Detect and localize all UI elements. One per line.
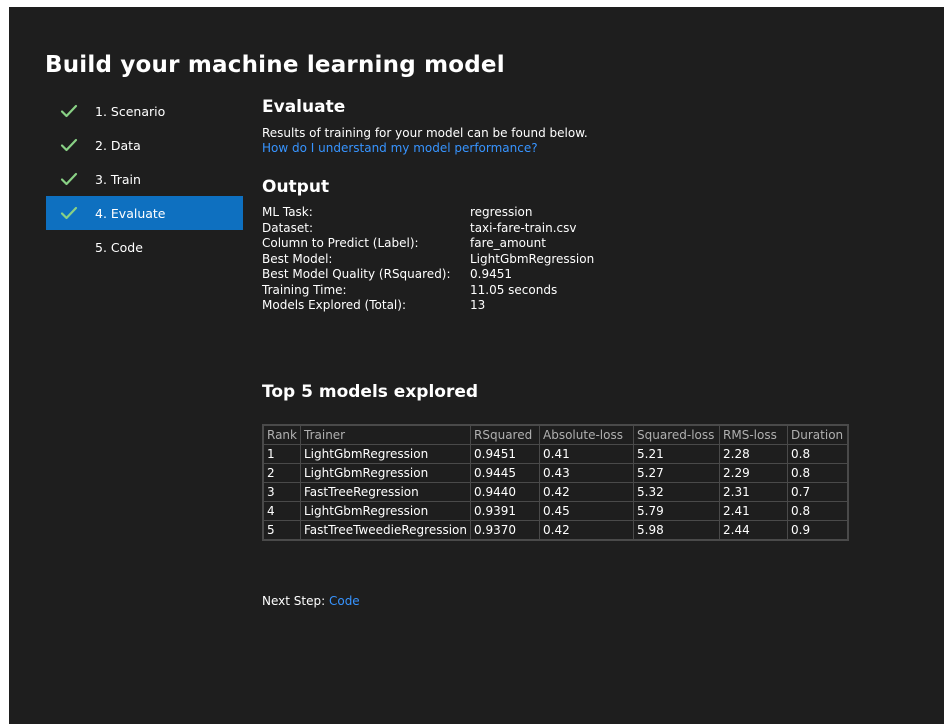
- cell-rsquared: 0.9445: [470, 463, 541, 483]
- output-key: Column to Predict (Label):: [262, 236, 419, 250]
- cell-rank: 2: [262, 463, 301, 483]
- table-row: 3 FastTreeRegression 0.9440 0.42 5.32 2.…: [262, 482, 849, 502]
- model-performance-help-link[interactable]: How do I understand my model performance…: [262, 141, 902, 156]
- output-key: Best Model:: [262, 251, 333, 266]
- output-key: Models Explored (Total):: [262, 298, 406, 312]
- output-key: ML Task:: [262, 205, 313, 219]
- column-header-rsquared: RSquared: [470, 424, 541, 445]
- column-header-rms-loss: RMS-loss: [719, 424, 789, 445]
- cell-squared-loss: 5.32: [633, 482, 721, 502]
- step-scenario[interactable]: 1. Scenario: [46, 94, 243, 128]
- cell-rms-loss: 2.41: [719, 501, 789, 521]
- cell-rms-loss: 2.44: [719, 520, 789, 541]
- cell-squared-loss: 5.27: [633, 463, 721, 483]
- evaluate-heading: Evaluate: [262, 97, 346, 117]
- output-key: Dataset:: [262, 220, 314, 235]
- top-models-table: Rank Trainer RSquared Absolute-loss Squa…: [262, 424, 850, 541]
- cell-trainer: LightGbmRegression: [299, 463, 472, 483]
- cell-rank: 1: [262, 444, 301, 464]
- cell-rsquared: 0.9440: [470, 482, 541, 502]
- cell-absolute-loss: 0.45: [539, 501, 635, 521]
- step-train[interactable]: 3. Train: [46, 162, 243, 196]
- cell-rms-loss: 2.31: [719, 482, 789, 502]
- step-data[interactable]: 2. Data: [46, 128, 243, 162]
- next-step-label: Next Step:: [262, 594, 326, 608]
- cell-duration: 0.8: [787, 463, 849, 483]
- cell-absolute-loss: 0.42: [539, 520, 635, 541]
- evaluate-description: Results of training for your model can b…: [262, 126, 588, 140]
- output-value: LightGbmRegression: [470, 251, 595, 266]
- cell-rsquared: 0.9391: [470, 501, 541, 521]
- cell-rank: 4: [262, 501, 301, 521]
- evaluate-intro: Results of training for your model can b…: [262, 126, 902, 156]
- next-step: Next Step: Code: [262, 594, 360, 608]
- output-row-ml-task: ML Task: regression: [262, 205, 902, 221]
- cell-rsquared: 0.9370: [470, 520, 541, 541]
- output-value: fare_amount: [470, 236, 546, 250]
- output-summary: ML Task: regression Dataset: taxi-fare-t…: [262, 205, 902, 314]
- step-label: 2. Data: [95, 137, 141, 153]
- output-value: 0.9451: [470, 267, 512, 281]
- output-row-best-model-quality: Best Model Quality (RSquared): 0.9451: [262, 267, 902, 283]
- output-heading: Output: [262, 177, 330, 197]
- cell-trainer: LightGbmRegression: [299, 444, 472, 464]
- cell-rsquared: 0.9451: [470, 444, 541, 464]
- step-label: 5. Code: [95, 239, 143, 255]
- checkmark-icon: [60, 138, 78, 152]
- checkmark-icon: [60, 104, 78, 118]
- column-header-absolute-loss: Absolute-loss: [539, 424, 635, 445]
- content-area: Evaluate Results of training for your mo…: [262, 96, 902, 608]
- table-header-row: Rank Trainer RSquared Absolute-loss Squa…: [262, 424, 849, 445]
- cell-absolute-loss: 0.41: [539, 444, 635, 464]
- step-label: 1. Scenario: [95, 103, 166, 119]
- output-value: 13: [470, 298, 486, 312]
- cell-trainer: FastTreeTweedieRegression: [299, 520, 472, 541]
- step-code[interactable]: 5. Code: [46, 230, 243, 264]
- cell-squared-loss: 5.21: [633, 444, 721, 464]
- next-step-code-link[interactable]: Code: [329, 594, 360, 608]
- output-row-label-column: Column to Predict (Label): fare_amount: [262, 236, 902, 252]
- cell-trainer: LightGbmRegression: [299, 501, 472, 521]
- top-models-heading: Top 5 models explored: [262, 382, 479, 402]
- table-row: 5 FastTreeTweedieRegression 0.9370 0.42 …: [262, 520, 849, 541]
- cell-duration: 0.8: [787, 444, 849, 464]
- cell-rank: 3: [262, 482, 301, 502]
- cell-squared-loss: 5.98: [633, 520, 721, 541]
- page-title: Build your machine learning model: [45, 52, 505, 78]
- output-row-dataset: Dataset: taxi-fare-train.csv: [262, 221, 902, 237]
- output-key: Training Time:: [262, 282, 347, 297]
- column-header-trainer: Trainer: [299, 424, 472, 445]
- step-navigation: 1. Scenario 2. Data 3. Train 4. Evaluate…: [46, 94, 243, 264]
- column-header-rank: Rank: [262, 424, 301, 445]
- cell-rms-loss: 2.28: [719, 444, 789, 464]
- cell-duration: 0.8: [787, 501, 849, 521]
- step-evaluate[interactable]: 4. Evaluate: [46, 196, 243, 230]
- table-row: 1 LightGbmRegression 0.9451 0.41 5.21 2.…: [262, 444, 849, 464]
- checkmark-icon: [60, 206, 78, 220]
- output-row-training-time: Training Time: 11.05 seconds: [262, 283, 902, 299]
- main-panel: Build your machine learning model 1. Sce…: [9, 7, 944, 724]
- step-label: 3. Train: [95, 171, 141, 187]
- cell-rms-loss: 2.29: [719, 463, 789, 483]
- table-row: 4 LightGbmRegression 0.9391 0.45 5.79 2.…: [262, 501, 849, 521]
- column-header-squared-loss: Squared-loss: [633, 424, 721, 445]
- output-value: taxi-fare-train.csv: [470, 220, 577, 235]
- cell-absolute-loss: 0.43: [539, 463, 635, 483]
- output-row-models-explored: Models Explored (Total): 13: [262, 298, 902, 314]
- step-label: 4. Evaluate: [95, 205, 166, 221]
- output-key: Best Model Quality (RSquared):: [262, 267, 451, 281]
- cell-duration: 0.7: [787, 482, 849, 502]
- column-header-duration: Duration: [787, 424, 849, 445]
- table-row: 2 LightGbmRegression 0.9445 0.43 5.27 2.…: [262, 463, 849, 483]
- cell-squared-loss: 5.79: [633, 501, 721, 521]
- cell-rank: 5: [262, 520, 301, 541]
- output-value: 11.05 seconds: [470, 282, 558, 297]
- checkmark-icon: [60, 172, 78, 186]
- cell-duration: 0.9: [787, 520, 849, 541]
- output-value: regression: [470, 205, 533, 219]
- output-row-best-model: Best Model: LightGbmRegression: [262, 252, 902, 268]
- cell-absolute-loss: 0.42: [539, 482, 635, 502]
- cell-trainer: FastTreeRegression: [299, 482, 472, 502]
